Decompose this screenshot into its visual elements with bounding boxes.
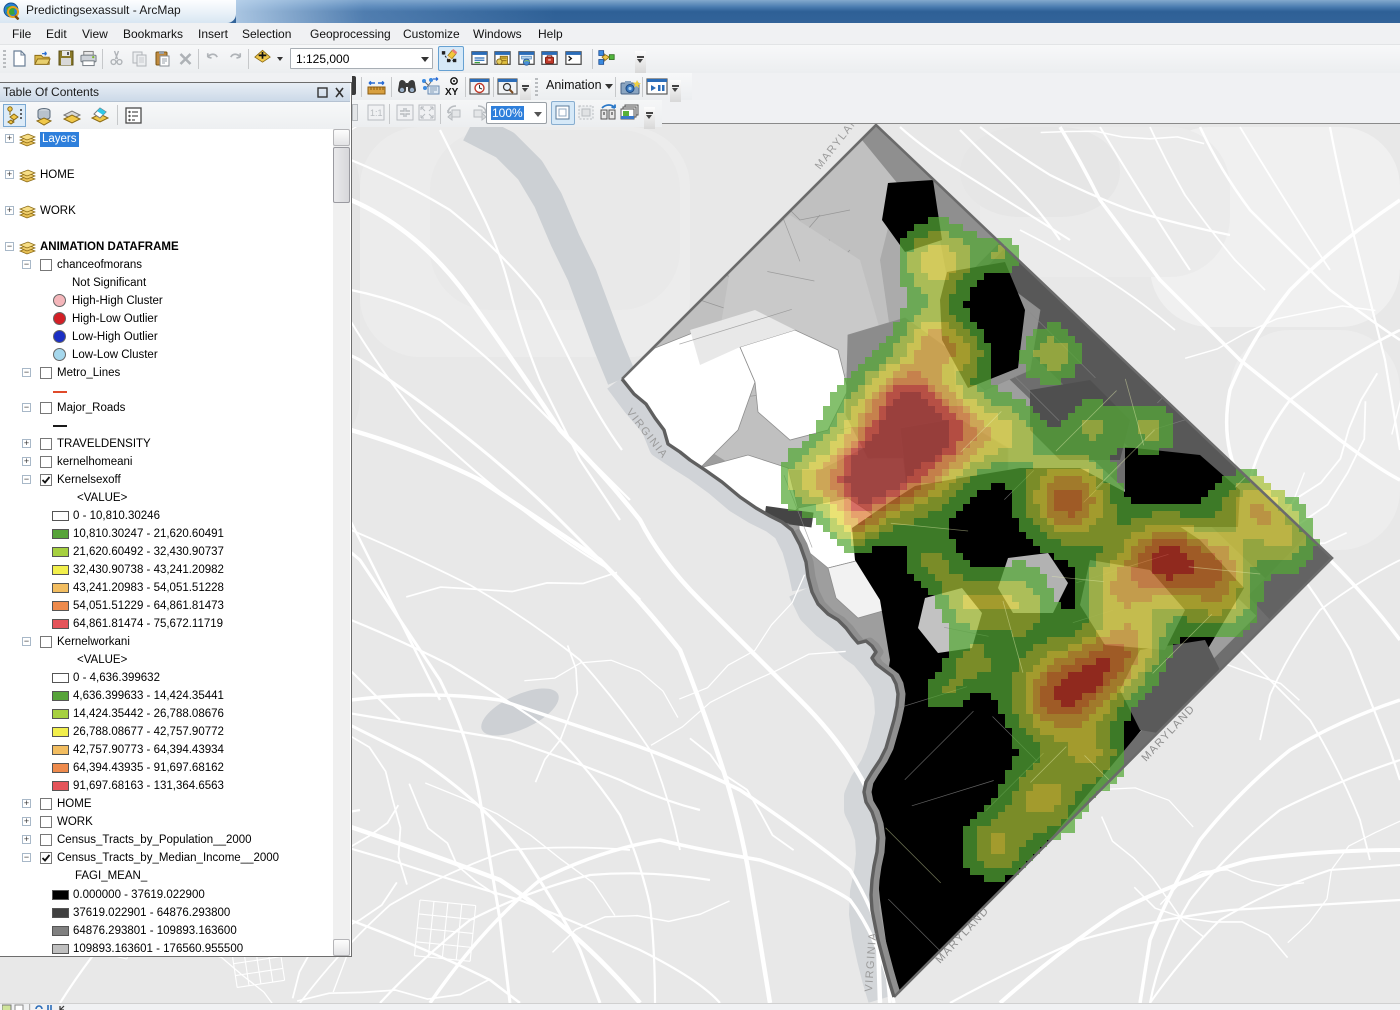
svg-text:XY: XY [445, 87, 459, 97]
svg-text:1:1: 1:1 [370, 108, 383, 118]
